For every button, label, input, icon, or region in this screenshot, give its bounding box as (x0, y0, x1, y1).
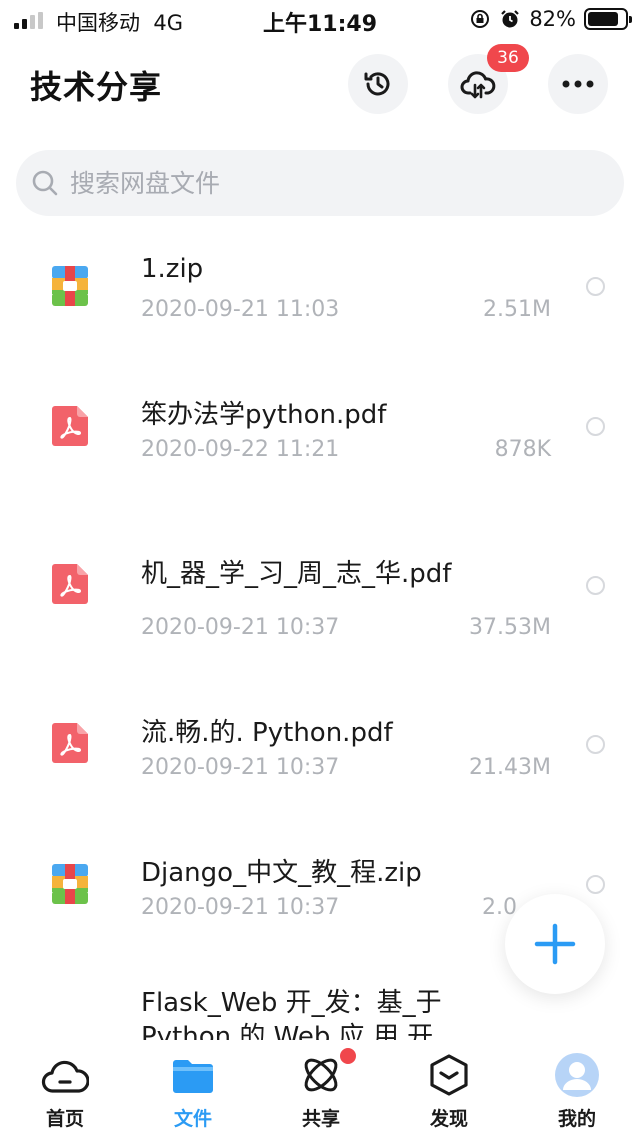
tab-discover[interactable]: 发现 (385, 1052, 513, 1131)
tab-label: 文件 (173, 1108, 212, 1130)
alarm-icon (501, 10, 520, 28)
zip-archive-icon (52, 266, 88, 306)
rotation-lock-icon (471, 10, 490, 28)
battery-icon (584, 8, 632, 30)
search-icon (32, 170, 58, 196)
pdf-icon (52, 723, 88, 763)
tab-label: 发现 (429, 1108, 468, 1130)
select-radio[interactable] (586, 875, 605, 894)
list-item[interactable]: 机_器_学_习_周_志_华.pdf 2020-09-21 10:37 37.53… (0, 516, 640, 676)
list-item[interactable]: 笨办法学python.pdf 2020-09-22 11:21 878K (0, 356, 640, 516)
cloud-transfer-icon (460, 71, 496, 99)
file-name: 笨办法学python.pdf (141, 400, 387, 430)
history-button[interactable] (348, 54, 408, 114)
file-date: 2020-09-21 10:37 (141, 895, 340, 920)
tab-label: 首页 (45, 1108, 84, 1130)
select-radio[interactable] (586, 417, 605, 436)
pdf-icon (52, 564, 88, 604)
avatar-icon (555, 1053, 599, 1097)
header: 技术分享 36 (0, 44, 640, 120)
battery-fill (588, 12, 618, 26)
transfer-count-badge: 36 (487, 44, 529, 72)
search-bar[interactable] (16, 150, 624, 216)
list-item[interactable]: 流.畅.的. Python.pdf 2020-09-21 10:37 21.43… (0, 676, 640, 836)
file-name: 流.畅.的. Python.pdf (141, 718, 393, 748)
file-date: 2020-09-22 11:21 (141, 437, 340, 462)
file-name: Flask_Web 开_发：基_于 Python 的 Web 应 用 开 (141, 988, 442, 1040)
file-name: 1.zip (141, 254, 204, 284)
more-button[interactable] (548, 54, 608, 114)
tab-home[interactable]: 首页 (1, 1052, 129, 1131)
page-title: 技术分享 (30, 68, 163, 106)
select-radio[interactable] (586, 735, 605, 754)
plus-icon (534, 923, 576, 965)
share-atom-icon (304, 1058, 338, 1092)
select-radio[interactable] (586, 277, 605, 296)
file-size: 37.53M (469, 615, 551, 640)
list-item[interactable]: Flask_Web 开_发：基_于 Python 的 Web 应 用 开 (0, 986, 640, 1040)
status-bar: 中国移动 4G 上午11:49 82% (0, 0, 640, 40)
tab-files[interactable]: 文件 (129, 1052, 257, 1131)
search-input[interactable] (70, 168, 570, 198)
history-icon (364, 72, 390, 96)
tab-bar: 首页 文件 共享 发现 我的 (0, 1040, 640, 1136)
tab-label: 我的 (557, 1108, 596, 1130)
file-size: 21.43M (469, 755, 551, 780)
tab-me[interactable]: 我的 (513, 1052, 640, 1131)
file-size: 2.0 (482, 895, 517, 920)
file-date: 2020-09-21 10:37 (141, 755, 340, 780)
tab-share[interactable]: 共享 (257, 1052, 385, 1131)
file-name: Django_中文_教_程.zip (141, 858, 422, 888)
discover-box-icon (430, 1054, 468, 1096)
file-size: 878K (494, 437, 551, 462)
zip-archive-icon (52, 864, 88, 904)
folder-icon (173, 1060, 213, 1093)
file-size: 2.51M (483, 297, 551, 322)
home-cloud-icon (41, 1060, 89, 1093)
share-notification-dot (338, 1046, 358, 1066)
pdf-icon (52, 406, 88, 446)
add-button[interactable] (505, 894, 605, 994)
select-radio[interactable] (586, 576, 605, 595)
file-date: 2020-09-21 10:37 (141, 615, 340, 640)
file-name: 机_器_学_习_周_志_华.pdf (141, 559, 452, 589)
list-item[interactable]: 1.zip 2020-09-21 11:03 2.51M (0, 216, 640, 356)
tab-label: 共享 (301, 1108, 340, 1130)
more-dots-icon (562, 80, 594, 88)
file-date: 2020-09-21 11:03 (141, 297, 340, 322)
battery-percent: 82% (529, 7, 576, 31)
